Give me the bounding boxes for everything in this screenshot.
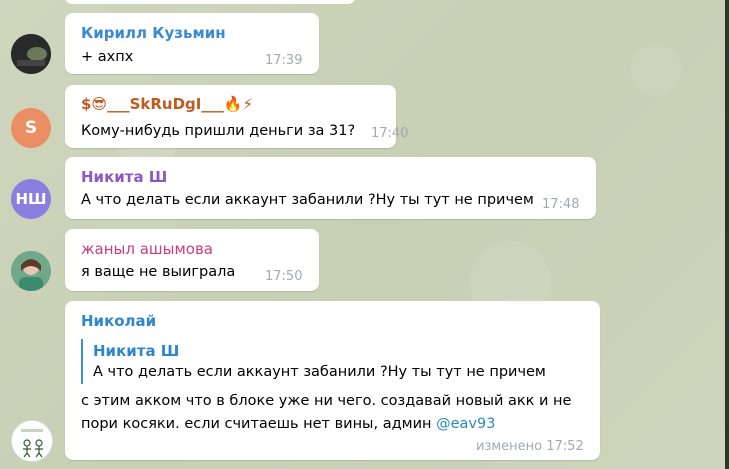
message-bubble[interactable]: $😎___SkRuDgI___🔥⚡ Кому-нибудь пришли ден… xyxy=(65,85,408,148)
message-text-line1: с этим акком что в блоке уже ни чего. со… xyxy=(81,393,572,409)
avatar-zhanyl[interactable] xyxy=(11,251,51,291)
reply-text: А что делать если аккаунт забанили ?Ну т… xyxy=(93,364,546,380)
previous-message-bubble xyxy=(65,0,355,4)
avatar-skrudgi[interactable]: S xyxy=(11,108,51,148)
message-bubble[interactable]: Николай Никита Ш А что делать если аккау… xyxy=(65,301,600,460)
message-text: А что делать если аккаунт забанили ?Ну т… xyxy=(81,192,534,208)
scrollbar-edge[interactable] xyxy=(725,0,729,469)
sender-name[interactable]: Кирилл Кузьмин xyxy=(81,24,226,42)
avatar-nikita[interactable]: НШ xyxy=(11,179,51,219)
sender-name[interactable]: Николай xyxy=(81,312,156,330)
sender-name[interactable]: $😎___SkRuDgI___🔥⚡ xyxy=(81,95,253,113)
message-bubble[interactable]: жаныл ашымова я ваще не выиграла 17:50 xyxy=(65,229,319,291)
mention-link[interactable]: @eav93 xyxy=(436,416,495,432)
message-time: 17:40 xyxy=(371,126,409,141)
message-edited-time: изменено 17:52 xyxy=(476,439,584,454)
sender-name[interactable]: Никита Ш xyxy=(81,168,167,186)
avatar-letter: НШ xyxy=(15,190,47,208)
avatar-nikolay[interactable] xyxy=(11,420,53,462)
avatar-photo-icon xyxy=(11,251,51,291)
avatar-kirill[interactable] xyxy=(11,34,51,74)
sender-name[interactable]: жаныл ашымова xyxy=(81,240,213,258)
message-text: я ваще не выиграла xyxy=(81,264,236,280)
message-text-line2: пори косяки. если считаешь нет вины, адм… xyxy=(81,416,495,432)
message-time: 17:39 xyxy=(265,53,303,68)
message-text: Кому-нибудь пришли деньги за 31? xyxy=(81,123,356,139)
message-time: 17:48 xyxy=(542,197,580,212)
reply-quote[interactable]: Никита Ш А что делать если аккаунт забан… xyxy=(81,339,563,384)
reply-sender: Никита Ш xyxy=(93,342,180,360)
message-time: 17:50 xyxy=(265,269,303,284)
message-bubble[interactable]: Кирилл Кузьмин + ахпх 17:39 xyxy=(65,13,319,74)
avatar-sketch-icon xyxy=(12,421,52,461)
message-bubble[interactable]: Никита Ш А что делать если аккаунт забан… xyxy=(65,157,596,219)
message-text-line2-body: пори косяки. если считаешь нет вины, адм… xyxy=(81,416,432,432)
message-text: + ахпх xyxy=(81,49,134,65)
avatar-photo-icon xyxy=(11,34,51,74)
avatar-letter: S xyxy=(24,118,38,138)
